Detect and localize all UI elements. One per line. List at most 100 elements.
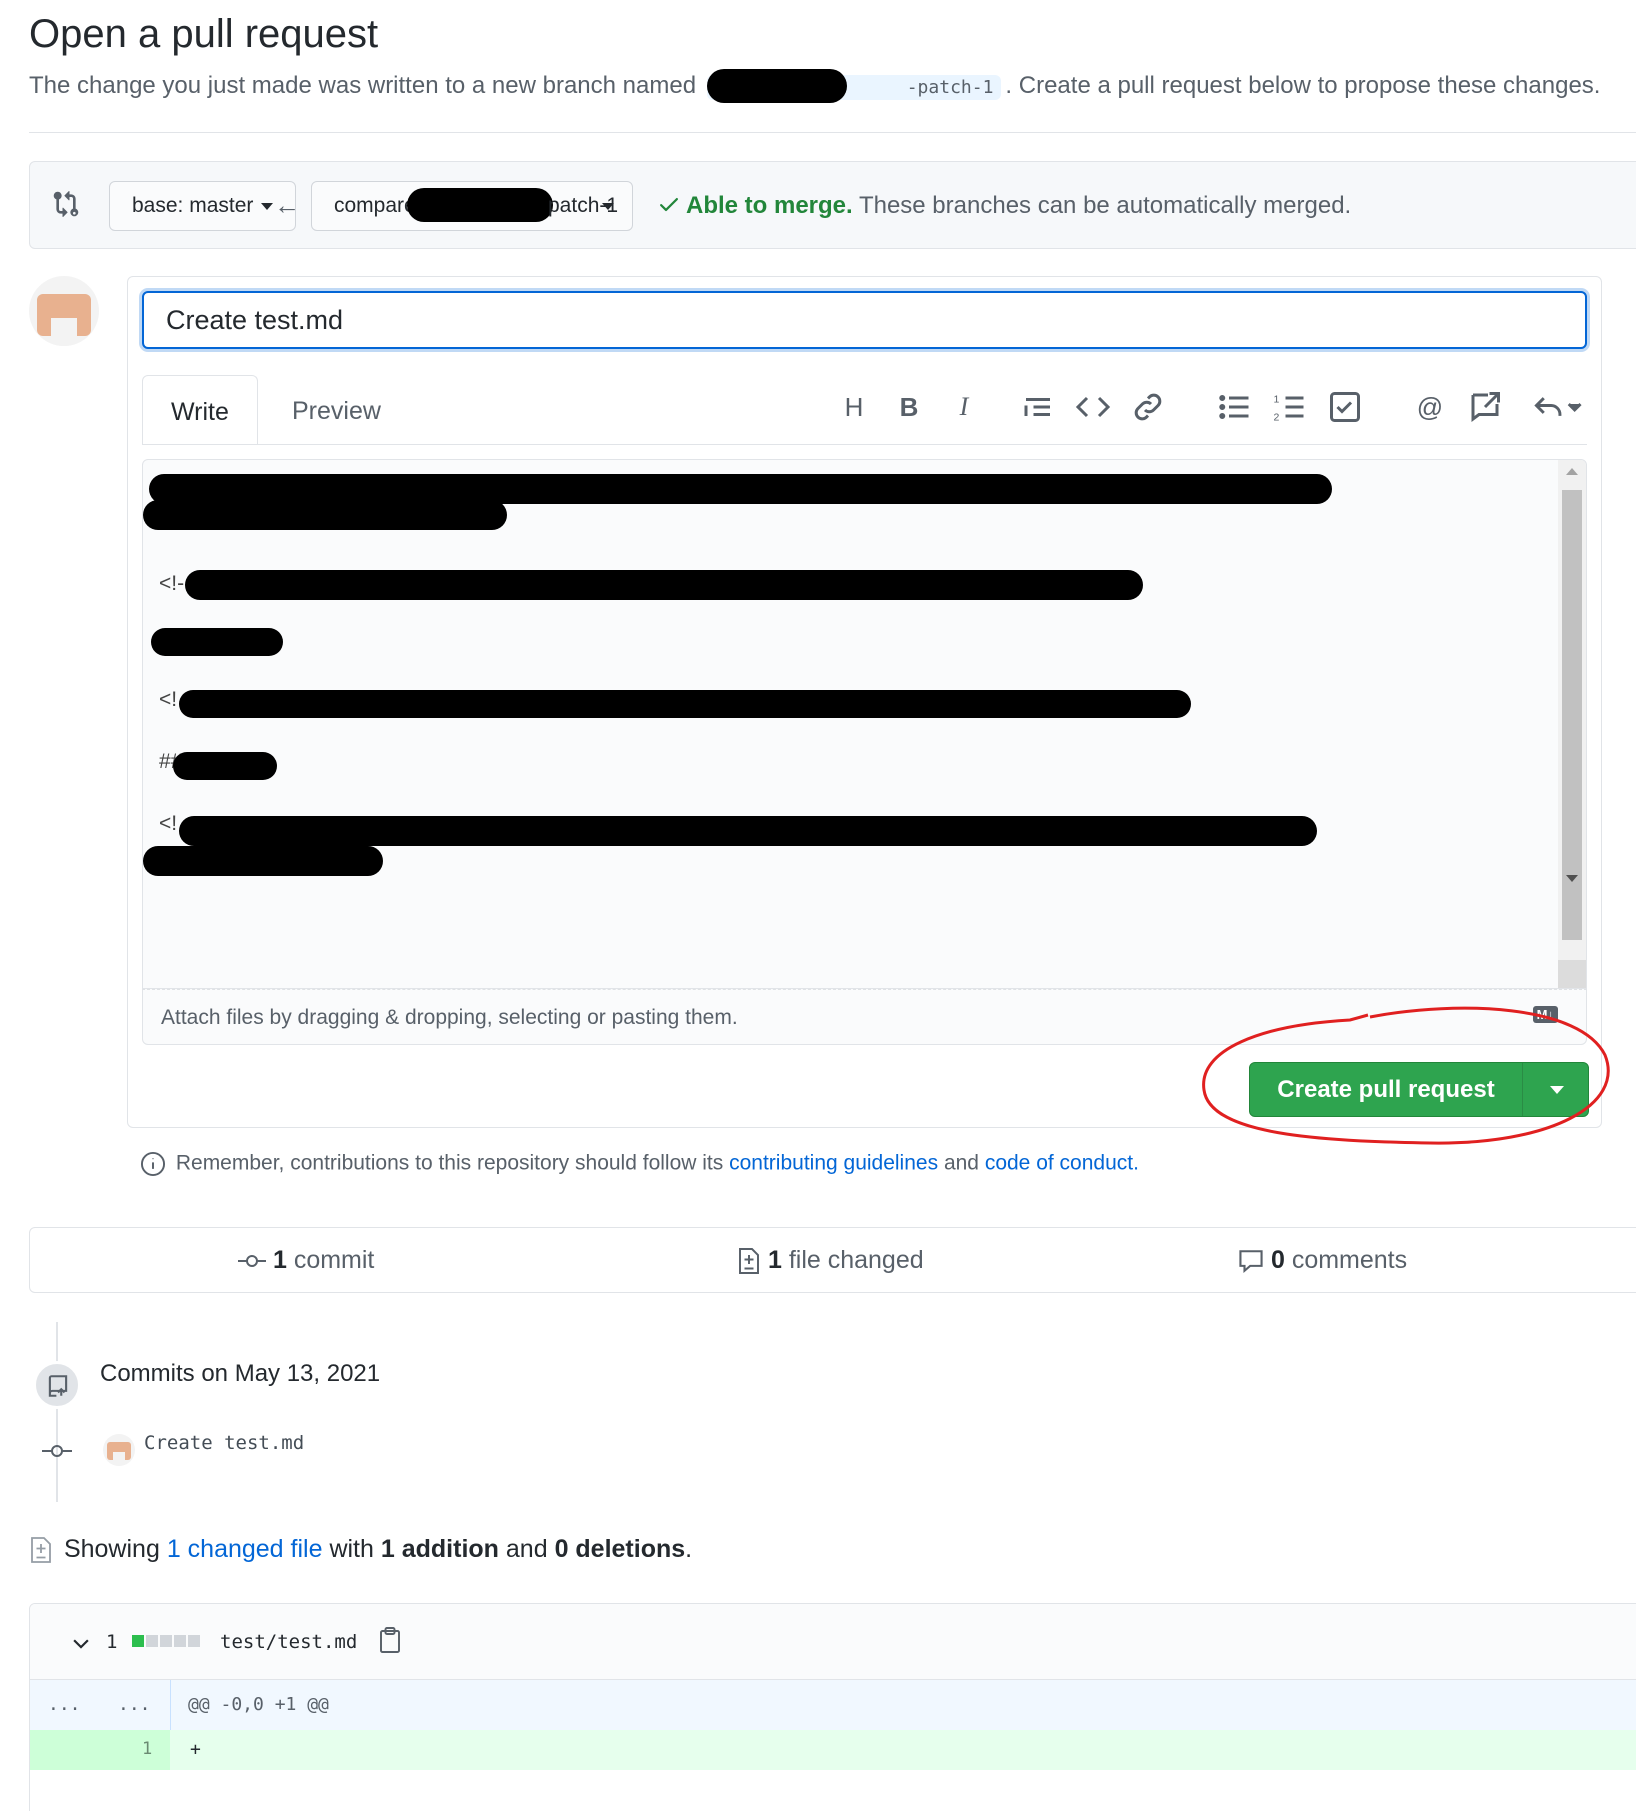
arrow-left-icon: ← — [274, 190, 300, 220]
chevron-down-icon[interactable] — [70, 1632, 92, 1654]
heading-icon[interactable]: H — [836, 389, 872, 425]
merge-status: Able to merge. These branches can be aut… — [686, 192, 1351, 220]
expand-up-icon[interactable]: ... — [48, 1694, 81, 1715]
contributing-guidelines-link[interactable]: contributing guidelines — [729, 1152, 938, 1175]
scrollbar[interactable] — [1558, 460, 1586, 988]
diff-added-line: 1 + — [30, 1730, 1636, 1770]
italic-icon[interactable]: I — [946, 389, 982, 425]
info-icon — [140, 1151, 166, 1177]
redacted-text — [179, 816, 1317, 846]
files-changed-tab[interactable]: 1 file changed — [737, 1246, 924, 1275]
commits-date-heading: Commits on May 13, 2021 — [100, 1360, 381, 1387]
commit-avatar[interactable] — [103, 1434, 135, 1466]
link-icon[interactable] — [1130, 389, 1166, 425]
additions-count: 1 addition — [380, 1535, 499, 1563]
clipboard-icon[interactable] — [378, 1626, 402, 1654]
redacted-text — [173, 752, 277, 780]
body-line: <! — [159, 812, 178, 835]
timeline-line — [56, 1322, 58, 1502]
files-label: file changed — [788, 1246, 924, 1274]
redacted-text — [407, 188, 553, 222]
showing-text: Showing — [63, 1535, 160, 1563]
unordered-list-icon[interactable] — [1217, 389, 1253, 425]
scroll-up-icon[interactable] — [1566, 468, 1578, 475]
reference-icon[interactable] — [1467, 389, 1503, 425]
and-text: and — [505, 1535, 548, 1563]
caret-down-icon — [261, 202, 274, 210]
base-branch-select[interactable]: base: master — [109, 181, 297, 231]
scroll-thumb[interactable] — [1562, 490, 1582, 940]
comments-tab[interactable]: 0 comments — [1238, 1246, 1407, 1275]
note-text: Remember, contributions to this reposito… — [175, 1151, 724, 1175]
commits-label: commit — [293, 1246, 375, 1274]
tab-preview[interactable]: Preview — [264, 375, 409, 444]
branch-suffix: -patch-1 — [906, 77, 994, 98]
tab-write[interactable]: Write — [142, 375, 258, 444]
code-icon[interactable] — [1075, 389, 1111, 425]
compare-bar: base: master ← compare patch-1 Able to m… — [29, 161, 1636, 249]
task-list-icon[interactable] — [1327, 389, 1363, 425]
redacted-text — [185, 570, 1143, 600]
note-and: and — [943, 1151, 979, 1175]
changed-file-link[interactable]: 1 changed file — [167, 1535, 323, 1563]
subtitle-text-after: . Create a pull request below to propose… — [1005, 72, 1601, 99]
summary-stats: 1 commit 1 file changed 0 comments — [29, 1227, 1636, 1293]
resize-handle-icon[interactable] — [1558, 960, 1586, 988]
bold-icon[interactable]: B — [891, 389, 927, 425]
redacted-text — [179, 690, 1191, 718]
base-branch-label: base: master — [132, 194, 254, 217]
git-commit-icon — [238, 1251, 266, 1271]
merge-status-label: Able to merge. — [686, 192, 853, 219]
git-compare-icon — [52, 190, 80, 218]
commits-tab[interactable]: 1 commit — [238, 1246, 374, 1275]
redacted-text — [143, 846, 383, 876]
with-text: with — [329, 1535, 374, 1563]
page-subtitle: The change you just made was written to … — [29, 69, 1601, 103]
commits-count: 1 — [272, 1246, 287, 1274]
body-line: <!- — [159, 572, 185, 595]
file-diff: 1 test/test.md ... ... @@ -0,0 +1 @@ 1 + — [29, 1603, 1636, 1811]
compare-branch-select[interactable]: compare patch-1 — [311, 181, 633, 231]
contribution-note: Remember, contributions to this reposito… — [140, 1151, 1139, 1177]
body-textarea[interactable]: <!- <! ## <! — [142, 459, 1587, 989]
file-diff-icon — [737, 1247, 761, 1275]
diff-summary: Showing 1 changed file with 1 addition a… — [29, 1535, 692, 1564]
hunk-header: @@ -0,0 +1 @@ — [188, 1694, 329, 1715]
body-line: <! — [159, 688, 178, 711]
code-of-conduct-link[interactable]: code of conduct — [985, 1152, 1133, 1175]
repo-push-icon — [33, 1361, 81, 1409]
branch-name[interactable]: -patch-1 — [706, 69, 1002, 103]
svg-text:2: 2 — [1274, 412, 1280, 424]
diff-file-path[interactable]: test/test.md — [220, 1631, 357, 1653]
comments-label: comments — [1291, 1246, 1408, 1274]
reply-icon[interactable] — [1532, 389, 1582, 425]
redacted-text — [151, 628, 283, 656]
deletions-count: 0 deletions — [554, 1535, 686, 1563]
tabs-divider — [142, 444, 1587, 445]
expand-down-icon[interactable]: ... — [118, 1694, 151, 1715]
note-period: . — [1133, 1151, 1139, 1175]
svg-text:1: 1 — [1274, 394, 1280, 406]
attach-hint: Attach files by dragging & dropping, sel… — [161, 1006, 738, 1029]
period: . — [685, 1535, 693, 1563]
quote-icon[interactable] — [1020, 389, 1056, 425]
merge-status-detail: These branches can be automatically merg… — [858, 192, 1352, 219]
line-content: + — [190, 1739, 201, 1760]
commit-message-link[interactable]: Create test.md — [144, 1432, 304, 1454]
title-input[interactable] — [142, 291, 1587, 349]
git-commit-icon — [42, 1441, 72, 1461]
mention-icon[interactable]: @ — [1412, 389, 1448, 425]
avatar[interactable] — [29, 276, 99, 346]
compare-prefix: compare — [334, 194, 416, 217]
ordered-list-icon[interactable]: 12 — [1272, 389, 1308, 425]
scroll-down-icon[interactable] — [1566, 875, 1578, 882]
diff-file-header: 1 test/test.md — [30, 1604, 1636, 1680]
file-diff-icon — [29, 1536, 53, 1564]
red-annotation-circle — [1202, 1006, 1610, 1145]
line-number[interactable]: 1 — [142, 1739, 152, 1759]
diff-count: 1 — [106, 1631, 118, 1653]
files-count: 1 — [767, 1246, 782, 1274]
comments-count: 0 — [1270, 1246, 1285, 1274]
page-title: Open a pull request — [29, 12, 379, 56]
subtitle-text: The change you just made was written to … — [29, 72, 697, 99]
